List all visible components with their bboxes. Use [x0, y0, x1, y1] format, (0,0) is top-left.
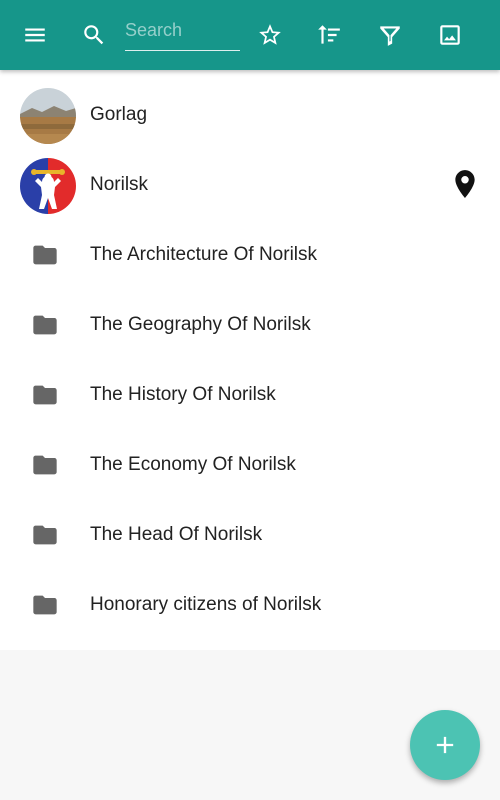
- list-item-label: The Head Of Norilsk: [90, 524, 263, 545]
- coat-of-arms-avatar: [20, 158, 76, 214]
- add-button[interactable]: [410, 710, 480, 780]
- list-item-label: The History Of Norilsk: [90, 384, 276, 405]
- list-item-label: The Architecture Of Norilsk: [90, 244, 318, 265]
- list-item-label: The Economy Of Norilsk: [90, 454, 296, 475]
- list-item[interactable]: Norilsk: [0, 150, 500, 220]
- map-pin-icon[interactable]: [452, 169, 478, 199]
- filter-icon[interactable]: [372, 17, 408, 53]
- list-item[interactable]: The Economy Of Norilsk: [0, 430, 500, 500]
- plus-icon: [436, 736, 454, 754]
- search-input[interactable]: [125, 14, 240, 46]
- item-list: Gorlag Norilsk The Architecture Of Noril…: [0, 70, 500, 650]
- search-field: [125, 14, 240, 51]
- list-item-label: Gorlag: [90, 104, 148, 125]
- list-item-label: The Geography Of Norilsk: [90, 314, 311, 335]
- folder-icon: [31, 241, 59, 269]
- landscape-avatar: [20, 88, 76, 144]
- list-item[interactable]: Gorlag: [0, 80, 500, 150]
- folder-icon: [31, 591, 59, 619]
- app-toolbar: [0, 0, 500, 70]
- folder-icon: [31, 381, 59, 409]
- list-item[interactable]: The Head Of Norilsk: [0, 500, 500, 570]
- list-item-label: Norilsk: [90, 174, 149, 195]
- list-item-label: Honorary citizens of Norilsk: [90, 594, 322, 615]
- star-icon[interactable]: [252, 17, 288, 53]
- list-item[interactable]: The History Of Norilsk: [0, 360, 500, 430]
- folder-icon: [31, 311, 59, 339]
- list-item[interactable]: The Architecture Of Norilsk: [0, 220, 500, 290]
- menu-icon[interactable]: [17, 17, 53, 53]
- folder-icon: [31, 451, 59, 479]
- list-item[interactable]: The Geography Of Norilsk: [0, 290, 500, 360]
- image-icon[interactable]: [432, 17, 468, 53]
- search-icon[interactable]: [76, 17, 112, 53]
- sort-icon[interactable]: [311, 17, 347, 53]
- list-item[interactable]: Honorary citizens of Norilsk: [0, 570, 500, 640]
- folder-icon: [31, 521, 59, 549]
